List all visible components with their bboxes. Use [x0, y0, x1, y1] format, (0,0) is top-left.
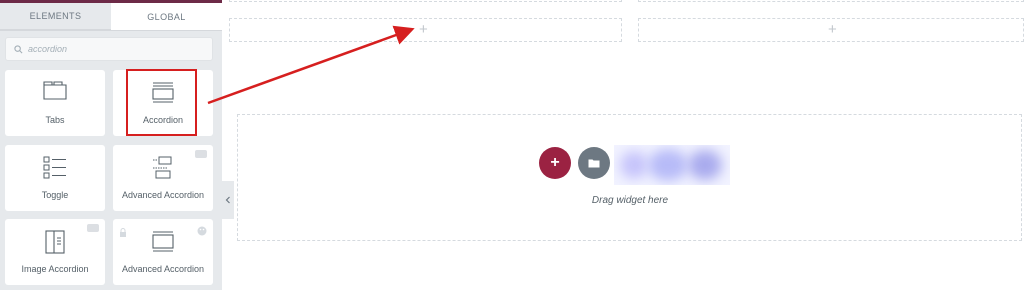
annotation-arrow	[207, 25, 415, 105]
